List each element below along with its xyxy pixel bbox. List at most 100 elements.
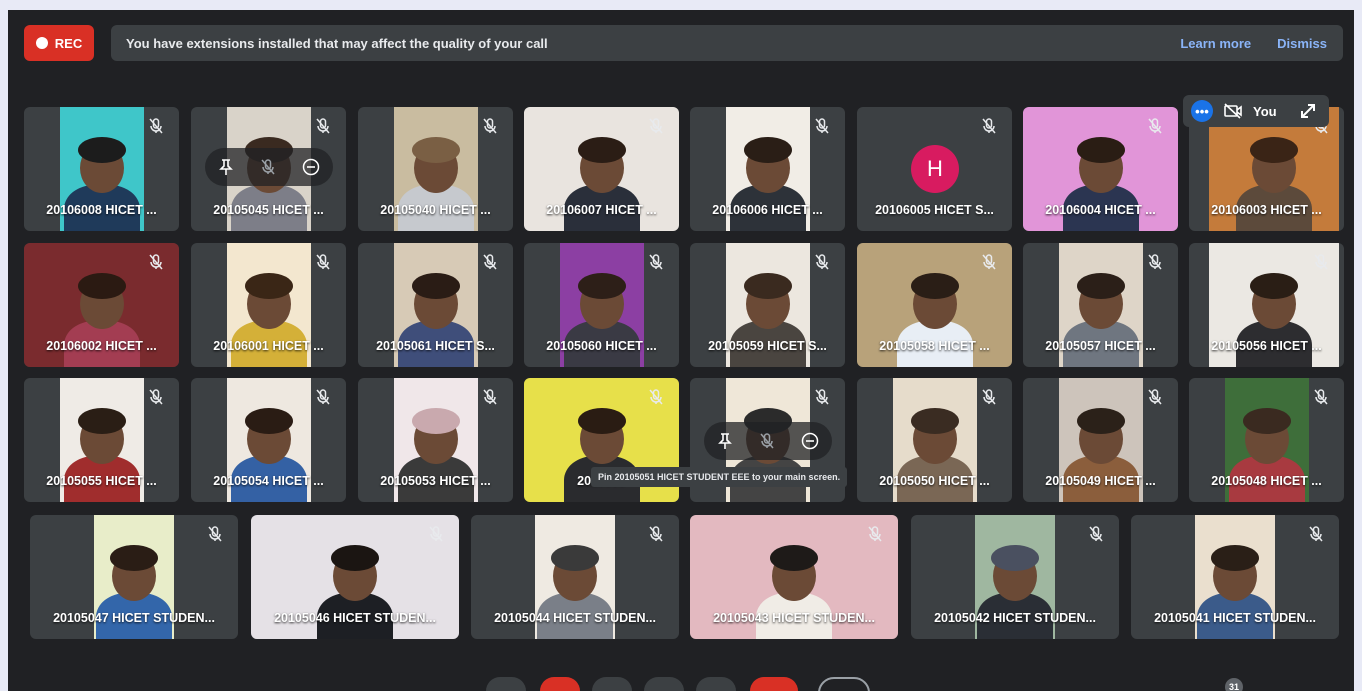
participant-name: 20105054 HICET ... [213,474,324,488]
self-view-controls: ••• You [1183,95,1329,127]
participant-tile[interactable]: 20105061 HICET S... [358,243,513,367]
participant-tile[interactable]: 20105049 HICET ... [1023,378,1178,502]
muted-mic-icon [149,254,163,270]
participant-tile[interactable]: 20106008 HICET ... [24,107,179,231]
participants-count-badge: 31 [1225,678,1243,691]
muted-mic-icon [868,526,882,542]
participant-tile[interactable]: 20105044 HICET STUDEN... [471,515,679,639]
leave-call-button[interactable] [750,677,798,691]
participant-tile[interactable]: 20106006 HICET ... [690,107,845,231]
participant-tile[interactable]: 20105050 HICET ... [857,378,1012,502]
mute-participant-icon[interactable] [758,432,776,450]
muted-mic-icon [1309,526,1323,542]
participant-name: 20105061 HICET S... [376,339,495,353]
participant-tile[interactable]: 20105060 HICET ... [524,243,679,367]
pin-tooltip: Pin 20105051 HICET STUDENT EEE to your m… [591,467,848,487]
muted-mic-icon [815,389,829,405]
banner-message: You have extensions installed that may a… [126,35,548,51]
remove-participant-icon[interactable] [302,158,320,176]
muted-mic-icon [483,389,497,405]
muted-mic-icon [316,254,330,270]
participant-tile[interactable]: 20106002 HICET ... [24,243,179,367]
participant-tile[interactable]: 20105048 HICET ... [1189,378,1344,502]
more-options-icon[interactable]: ••• [1191,100,1213,122]
participant-name: 20105049 HICET ... [1045,474,1156,488]
muted-mic-icon [1148,389,1162,405]
muted-mic-icon [1314,389,1328,405]
participant-tile[interactable]: 20105042 HICET STUDEN... [911,515,1119,639]
participant-tile[interactable]: 20105058 HICET ... [857,243,1012,367]
muted-mic-icon [1148,254,1162,270]
participant-tile[interactable]: 20105059 HICET S... [690,243,845,367]
participant-tile[interactable]: 20105056 HICET ... [1189,243,1344,367]
participant-name: 20105055 HICET ... [46,474,157,488]
participant-tile[interactable]: 20105040 HICET ... [358,107,513,231]
reactions-button[interactable] [818,677,870,691]
participant-name: 20106005 HICET S... [875,203,994,217]
participant-name: 20105047 HICET STUDEN... [53,611,215,625]
participant-name: 20105057 HICET ... [1045,339,1156,353]
muted-mic-icon [815,118,829,134]
participant-name: 20106008 HICET ... [46,203,157,217]
participant-tile[interactable]: 20105043 HICET STUDEN... [690,515,898,639]
tile-hover-controls [205,148,333,186]
participant-tile[interactable]: 20106007 HICET ... [524,107,679,231]
muted-mic-icon [649,526,663,542]
camera-off-icon[interactable] [1223,102,1243,120]
muted-mic-icon [316,118,330,134]
participant-name: 20105053 HICET ... [380,474,491,488]
participant-tile[interactable]: 20105046 HICET STUDEN... [251,515,459,639]
participant-name: 20106002 HICET ... [46,339,157,353]
participant-tile[interactable]: 20106001 HICET ... [191,243,346,367]
pin-icon[interactable] [218,158,234,176]
participant-name: 20105041 HICET STUDEN... [1154,611,1316,625]
participant-name: 20106003 HICET ... [1211,203,1322,217]
fullscreen-icon[interactable] [1299,102,1317,120]
participant-name: 20105048 HICET ... [1211,474,1322,488]
participant-name: 20105046 HICET STUDEN... [274,611,436,625]
muted-mic-icon [1314,254,1328,270]
participant-tile[interactable]: 20106004 HICET ... [1023,107,1178,231]
captions-button[interactable] [592,677,632,691]
pin-icon[interactable] [717,432,733,450]
present-button[interactable] [644,677,684,691]
mic-toggle-button[interactable] [486,677,526,691]
learn-more-link[interactable]: Learn more [1180,36,1251,51]
participant-avatar: H [911,145,959,193]
participant-tile[interactable]: 20105054 HICET ... [191,378,346,502]
participant-name: 20106001 HICET ... [213,339,324,353]
participant-name: 20105058 HICET ... [879,339,990,353]
participant-name: 20105056 HICET ... [1211,339,1322,353]
tile-hover-controls [704,422,832,460]
self-view-label: You [1253,103,1277,119]
participant-name: 20105042 HICET STUDEN... [934,611,1096,625]
participant-name: 20106007 HICET ... [546,203,657,217]
dismiss-button[interactable]: Dismiss [1277,36,1327,51]
participant-name: 20105059 HICET S... [708,339,827,353]
muted-mic-icon [208,526,222,542]
muted-mic-icon [149,118,163,134]
participant-tile[interactable]: 20105055 HICET ... [24,378,179,502]
muted-mic-icon [1089,526,1103,542]
participant-name: 20105050 HICET ... [879,474,990,488]
muted-mic-icon [982,389,996,405]
extensions-warning-banner: You have extensions installed that may a… [111,25,1343,61]
muted-mic-icon [483,118,497,134]
participant-name: 20105043 HICET STUDEN... [713,611,875,625]
muted-mic-icon [982,118,996,134]
participant-tile[interactable]: 20105041 HICET STUDEN... [1131,515,1339,639]
recording-label: REC [54,35,83,51]
camera-toggle-button[interactable] [540,677,580,691]
participant-name: 20105045 HICET ... [213,203,324,217]
muted-mic-icon [1148,118,1162,134]
participant-tile[interactable]: 20105053 HICET ... [358,378,513,502]
recording-indicator: REC [24,25,94,61]
muted-mic-icon [649,254,663,270]
mute-participant-icon[interactable] [259,158,277,176]
participant-tile[interactable]: 20105047 HICET STUDEN... [30,515,238,639]
more-button[interactable] [696,677,736,691]
remove-participant-icon[interactable] [801,432,819,450]
participant-name: 20105044 HICET STUDEN... [494,611,656,625]
participant-tile[interactable]: 20105057 HICET ... [1023,243,1178,367]
participant-tile[interactable]: H 20106005 HICET S... [857,107,1012,231]
